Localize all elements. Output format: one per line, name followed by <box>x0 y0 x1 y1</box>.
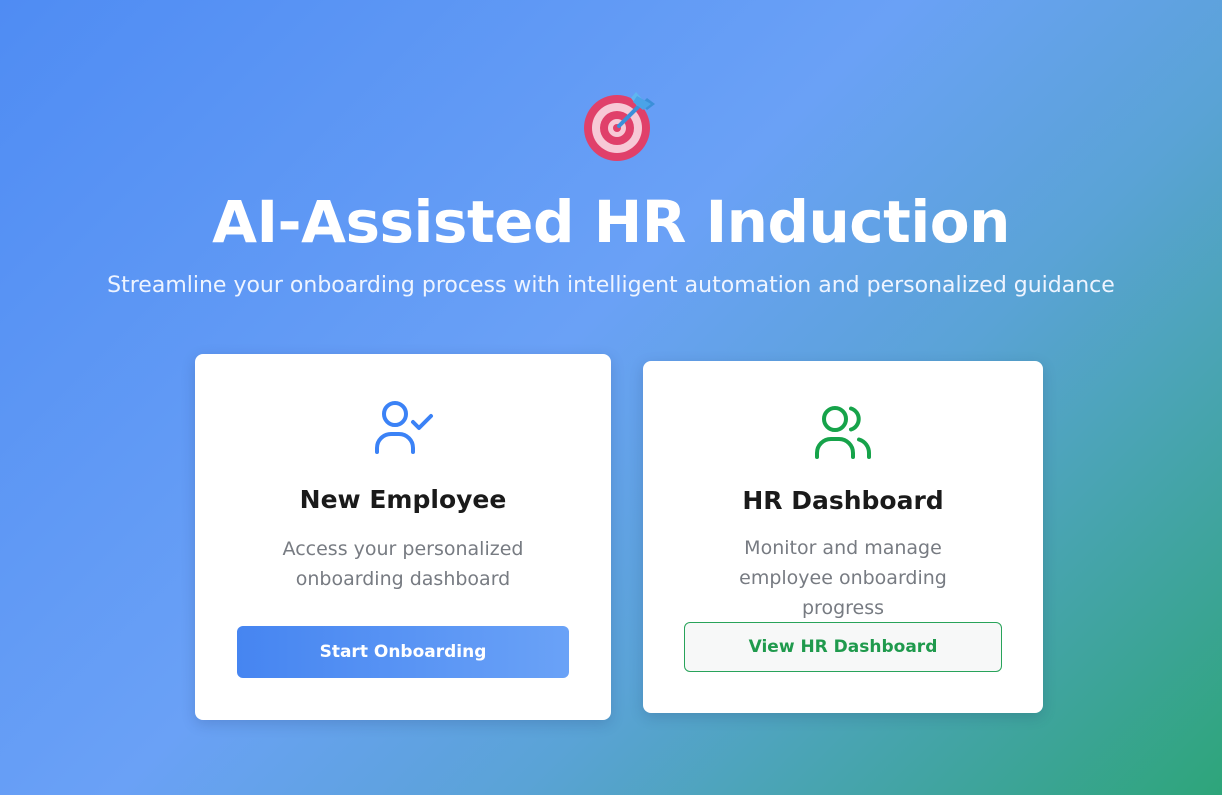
start-onboarding-button[interactable]: Start Onboarding <box>237 626 569 678</box>
new-employee-card: New Employee Access your personalized on… <box>195 354 611 720</box>
new-employee-description: Access your personalized onboarding dash… <box>282 538 524 590</box>
new-employee-title: New Employee <box>299 485 507 514</box>
page-title: AI-Assisted HR Induction <box>212 188 1010 256</box>
target-dart-icon <box>584 92 655 161</box>
hr-dashboard-title: HR Dashboard <box>742 486 944 515</box>
hr-dashboard-card: HR Dashboard Monitor and manage employee… <box>643 361 1043 713</box>
view-hr-dashboard-button[interactable]: View HR Dashboard <box>684 622 1002 672</box>
user-check-icon <box>375 401 433 454</box>
hr-dashboard-description: Monitor and manage employee onboarding p… <box>739 537 947 619</box>
users-icon <box>815 406 872 459</box>
page-subtitle: Streamline your onboarding process with … <box>107 273 1115 298</box>
